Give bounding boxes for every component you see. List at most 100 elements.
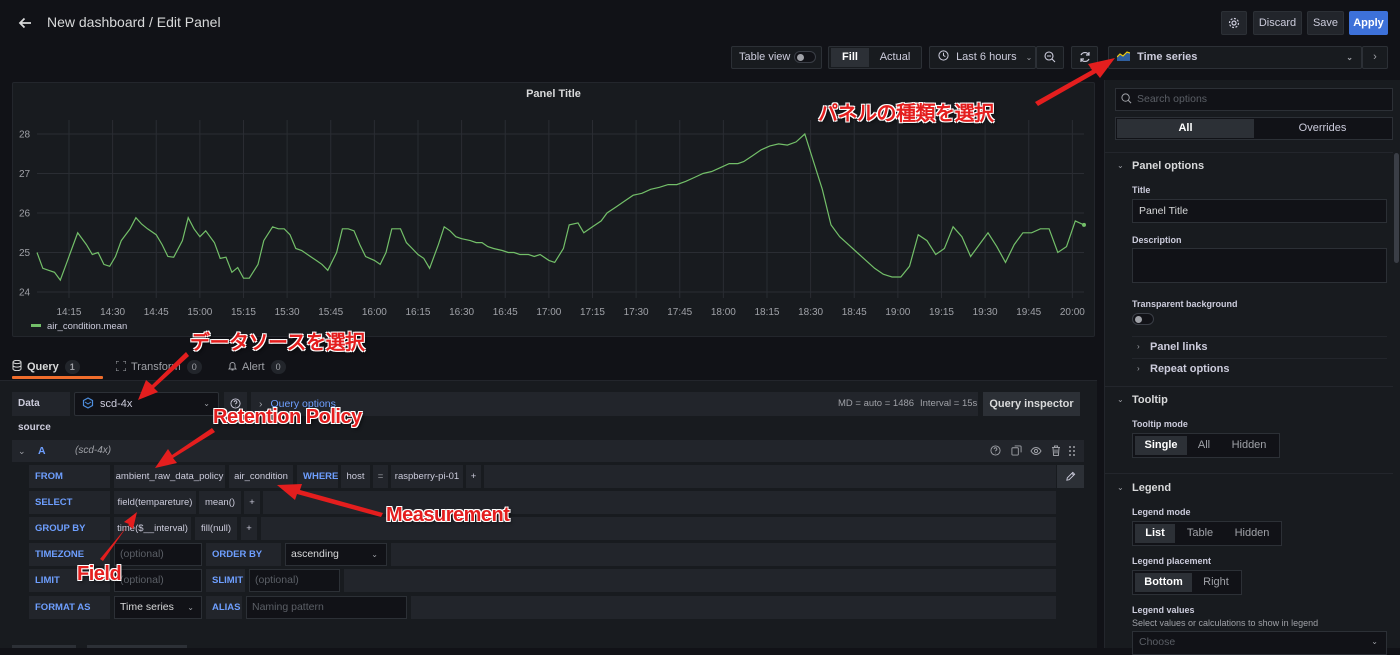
table-view-switch[interactable] — [794, 51, 816, 63]
legend-mode-hidden[interactable]: Hidden — [1225, 524, 1279, 543]
legend-mode-table[interactable]: Table — [1177, 524, 1223, 543]
row-fill — [391, 543, 1056, 566]
legend-section[interactable]: Legend — [1132, 482, 1171, 494]
tab-count-badge: 0 — [186, 360, 202, 374]
x-tick-label: 19:00 — [885, 307, 910, 318]
select-row: SELECT field(tempareture) mean() + — [29, 491, 1056, 514]
y-tick-label: 25 — [19, 248, 31, 259]
legend-placement-bottom[interactable]: Bottom — [1135, 573, 1192, 592]
row-fill — [261, 517, 1056, 540]
delete-query-trash-icon[interactable] — [1049, 440, 1063, 462]
format-as-select[interactable]: Time series ⌄ — [114, 596, 202, 619]
search-options-input[interactable]: Search options — [1115, 88, 1393, 111]
toggle-raw-query-button[interactable] — [1057, 465, 1084, 488]
switch-knob — [797, 54, 804, 61]
panel-title-input[interactable]: Panel Title — [1132, 199, 1387, 223]
legend-mode-list[interactable]: List — [1135, 524, 1175, 543]
toggle-options-pane-button[interactable]: › — [1362, 46, 1388, 69]
select-field-segment[interactable]: field(tempareture) — [114, 491, 196, 514]
format-as-keyword: FORMAT AS — [29, 596, 110, 619]
where-value-segment[interactable]: raspberry-pi-01 — [391, 465, 463, 488]
group-by-time-segment[interactable]: time($__interval) — [114, 517, 191, 540]
apply-button[interactable]: Apply — [1349, 11, 1388, 35]
slimit-input[interactable]: (optional) — [249, 569, 340, 592]
back-button[interactable] — [14, 12, 36, 34]
query-inspector-button[interactable]: Query inspector — [983, 392, 1080, 416]
tooltip-mode-hidden[interactable]: Hidden — [1221, 436, 1277, 455]
options-scrollbar[interactable] — [1394, 153, 1399, 263]
panel-options-section[interactable]: Panel options — [1132, 160, 1204, 172]
query-datasource-name: (scd-4x) — [75, 445, 112, 456]
chevron-down-icon[interactable]: ⌄ — [1117, 395, 1124, 404]
retention-policy-segment[interactable]: ambient_raw_data_policy — [114, 465, 225, 488]
table-view-label: Table view — [739, 51, 791, 63]
timezone-input[interactable]: (optional) — [114, 543, 202, 566]
tab-label: Alert — [242, 361, 265, 373]
pencil-icon — [1066, 471, 1076, 481]
group-by-fill-segment[interactable]: fill(null) — [195, 517, 237, 540]
tooltip-mode-single[interactable]: Single — [1135, 436, 1187, 455]
repeat-options-section[interactable]: Repeat options — [1150, 363, 1229, 375]
order-by-time-value: ascending — [291, 548, 339, 560]
query-help-icon[interactable] — [988, 440, 1002, 462]
description-textarea[interactable] — [1132, 248, 1387, 283]
x-tick-label: 19:30 — [973, 307, 998, 318]
tooltip-mode-all[interactable]: All — [1189, 436, 1219, 455]
annotation-panel-type: パネルの種類を選択 — [818, 101, 994, 125]
chevron-right-icon[interactable]: › — [1137, 342, 1140, 351]
select-aggregation-segment[interactable]: mean() — [199, 491, 241, 514]
datasource-value: scd-4x — [100, 398, 133, 410]
panel-links-section[interactable]: Panel links — [1150, 341, 1207, 353]
actual-button[interactable]: Actual — [871, 48, 919, 67]
where-operator-segment[interactable]: = — [373, 465, 388, 488]
query-ref-id[interactable]: A — [38, 440, 46, 462]
alias-input[interactable]: Naming pattern — [246, 596, 407, 619]
tab-count-badge: 1 — [64, 360, 80, 374]
visualization-picker[interactable]: Time series ⌄ — [1108, 46, 1362, 69]
chevron-down-icon[interactable]: ⌄ — [1117, 483, 1124, 492]
x-tick-label: 17:15 — [580, 307, 605, 318]
add-select-button[interactable]: + — [244, 491, 260, 514]
dashboard-settings-button[interactable] — [1221, 11, 1247, 35]
switch-knob — [1135, 316, 1142, 323]
table-view-toggle[interactable]: Table view — [731, 46, 822, 69]
x-tick-label: 17:45 — [667, 307, 692, 318]
format-as-row: FORMAT AS Time series ⌄ ALIAS Naming pat… — [29, 596, 1056, 619]
options-overrides-tab[interactable]: Overrides — [1254, 119, 1391, 138]
add-group-by-button[interactable]: + — [241, 517, 257, 540]
x-tick-label: 16:00 — [362, 307, 387, 318]
discard-button[interactable]: Discard — [1253, 11, 1302, 35]
interval-info: Interval = 15s — [920, 398, 978, 409]
tooltip-section[interactable]: Tooltip — [1132, 394, 1168, 406]
chevron-down-icon[interactable]: ⌄ — [1117, 161, 1124, 170]
measurement-segment[interactable]: air_condition — [229, 465, 293, 488]
legend-label[interactable]: air_condition.mean — [47, 321, 127, 332]
transparent-background-switch[interactable] — [1132, 313, 1154, 325]
row-fill — [484, 465, 1056, 488]
legend[interactable]: air_condition.mean — [31, 321, 127, 332]
divider — [1105, 386, 1393, 387]
datasource-select[interactable]: scd-4x ⌄ — [74, 392, 219, 416]
legend-values-select[interactable]: Choose ⌄ — [1132, 631, 1387, 655]
save-button[interactable]: Save — [1307, 11, 1344, 35]
zoom-out-button[interactable] — [1036, 46, 1064, 69]
duplicate-query-icon[interactable] — [1009, 440, 1023, 462]
hide-query-eye-icon[interactable] — [1029, 440, 1043, 462]
time-range-picker[interactable]: Last 6 hours ⌄ — [929, 46, 1036, 69]
refresh-button[interactable] — [1071, 46, 1098, 69]
where-key-segment[interactable]: host — [341, 465, 370, 488]
order-by-time-keyword: ORDER BY TIME — [206, 543, 281, 583]
chevron-down-icon: ⌄ — [1371, 637, 1378, 646]
legend-values-label: Legend values — [1132, 605, 1195, 615]
limit-input[interactable]: (optional) — [114, 569, 202, 592]
collapse-query-chevron-icon[interactable]: ⌄ — [18, 440, 26, 462]
series-line-air-condition-mean[interactable] — [36, 132, 1085, 282]
fill-button[interactable]: Fill — [831, 48, 869, 67]
order-by-time-select[interactable]: ascending ⌄ — [285, 543, 387, 566]
drag-handle-icon[interactable] — [1065, 440, 1079, 462]
legend-placement-right[interactable]: Right — [1193, 573, 1239, 592]
chevron-right-icon[interactable]: › — [1137, 364, 1140, 373]
y-tick-label: 24 — [19, 288, 31, 299]
add-where-button[interactable]: + — [466, 465, 481, 488]
options-all-tab[interactable]: All — [1117, 119, 1254, 138]
